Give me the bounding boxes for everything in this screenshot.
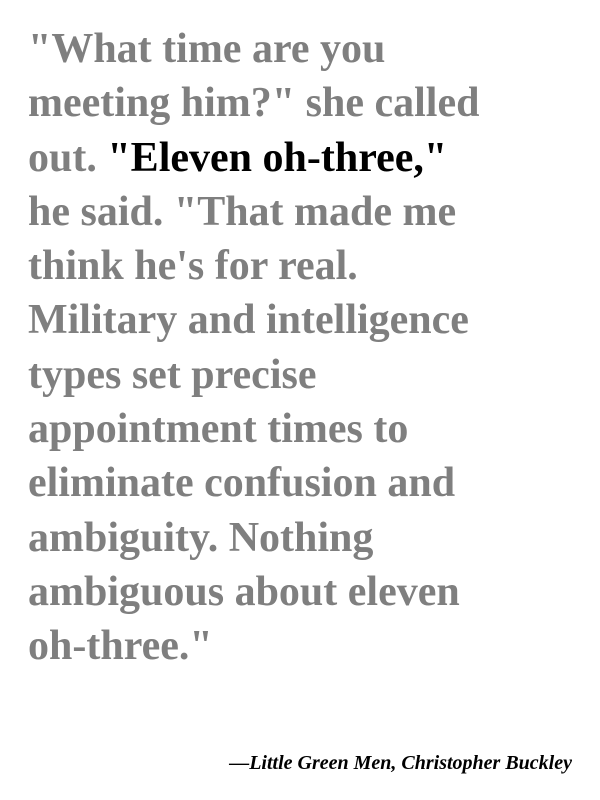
quote-line: "What time are you [28, 26, 386, 72]
quote-line: oh-three." [28, 623, 213, 670]
quote-line: ambiguous about eleven [28, 568, 460, 615]
highlighted-phrase: "Eleven oh-three," [107, 134, 448, 181]
quote-line: ambiguity. Nothing [28, 514, 374, 561]
quote-line: eliminate confusion and [28, 460, 456, 507]
quote-line-start: out. [28, 134, 108, 181]
quote-line: he said. "That made me [28, 188, 457, 235]
quote-line: types set precise [28, 351, 317, 398]
quote-text: "What time are you meeting him?" she cal… [28, 22, 479, 674]
attribution: —Little Green Men, Christopher Buckley [229, 752, 572, 774]
quote-line: appointment times to [28, 406, 409, 453]
quote-line: think he's for real. [28, 243, 358, 290]
quote-line: Military and intelligence [28, 297, 469, 344]
quote-line: meeting him?" she called [28, 80, 480, 127]
quote-line: out. "Eleven oh-three," [28, 131, 479, 185]
